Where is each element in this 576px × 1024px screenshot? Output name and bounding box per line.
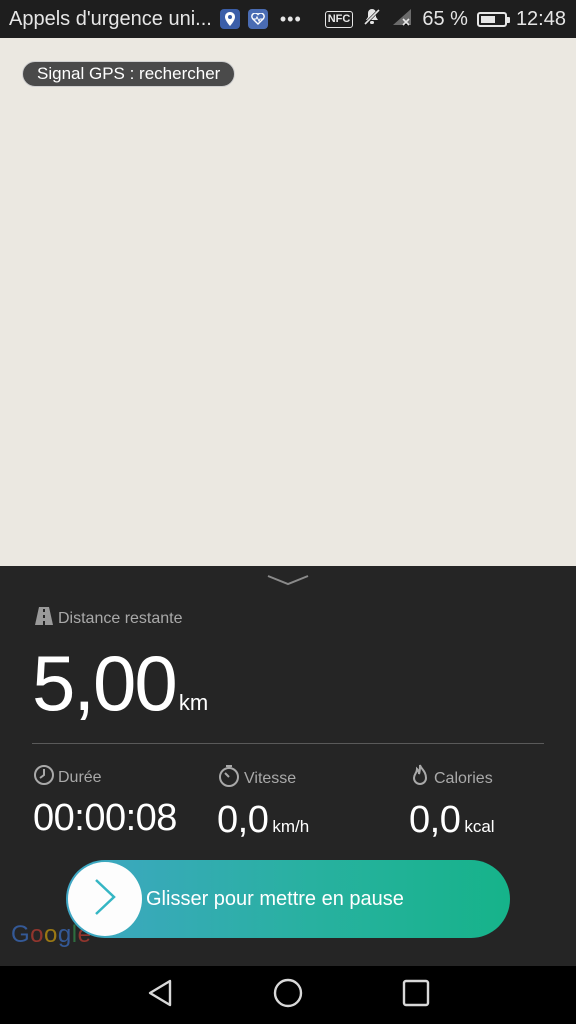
slider-handle[interactable] bbox=[68, 862, 142, 936]
maps-pin-icon bbox=[219, 9, 240, 29]
home-icon bbox=[273, 978, 303, 1013]
divider bbox=[32, 743, 544, 744]
chevron-right-icon bbox=[92, 877, 118, 922]
clock: 12:48 bbox=[515, 7, 566, 30]
map-view[interactable]: Signal GPS : rechercher bbox=[0, 38, 576, 566]
notification-title: Appels d'urgence uni... bbox=[9, 7, 212, 30]
recents-button[interactable] bbox=[401, 979, 431, 1012]
signal-icon bbox=[391, 7, 413, 32]
stat-duration: Durée 00:00:08 bbox=[33, 764, 177, 840]
stat-label: Calories bbox=[434, 769, 493, 787]
back-button[interactable] bbox=[145, 978, 175, 1013]
stat-calories: Calories 0,0 kcal bbox=[409, 764, 495, 842]
stat-unit: kcal bbox=[464, 817, 495, 836]
stat-value: 0,0 bbox=[217, 799, 269, 841]
slide-to-pause[interactable]: Glisser pour mettre en pause bbox=[66, 860, 510, 938]
nfc-icon: NFC bbox=[324, 10, 354, 28]
clock-icon bbox=[33, 764, 55, 791]
workout-panel: Distance restante 5,00 km Durée 00:00:08… bbox=[0, 566, 576, 966]
stat-unit: km/h bbox=[272, 817, 310, 836]
battery-icon bbox=[476, 11, 510, 27]
distance-value-row: 5,00 km bbox=[32, 644, 208, 722]
recents-icon bbox=[402, 979, 430, 1012]
distance-label-row: Distance restante bbox=[34, 606, 183, 631]
stat-label: Durée bbox=[58, 768, 102, 786]
collapse-chevron-icon[interactable] bbox=[266, 572, 310, 588]
flame-icon bbox=[409, 764, 431, 793]
stat-value: 0,0 bbox=[409, 799, 461, 841]
slider-label: Glisser pour mettre en pause bbox=[146, 887, 404, 910]
battery-percent: 65 % bbox=[422, 7, 468, 30]
back-icon bbox=[146, 978, 174, 1013]
status-bar: Appels d'urgence uni... ••• NFC 65 % 12:… bbox=[0, 0, 576, 38]
stopwatch-icon bbox=[217, 764, 241, 793]
stat-value: 00:00:08 bbox=[33, 797, 177, 839]
distance-label: Distance restante bbox=[58, 609, 183, 627]
mute-icon bbox=[362, 7, 382, 32]
home-button[interactable] bbox=[273, 978, 303, 1013]
gps-status-badge: Signal GPS : rechercher bbox=[22, 61, 236, 87]
distance-value: 5,00 bbox=[32, 639, 178, 727]
distance-unit: km bbox=[178, 690, 209, 715]
navigation-bar bbox=[0, 966, 576, 1024]
health-icon bbox=[247, 9, 268, 29]
more-icon: ••• bbox=[279, 8, 302, 29]
stat-label: Vitesse bbox=[244, 769, 297, 787]
stat-speed: Vitesse 0,0 km/h bbox=[217, 764, 309, 842]
road-icon bbox=[34, 606, 54, 631]
